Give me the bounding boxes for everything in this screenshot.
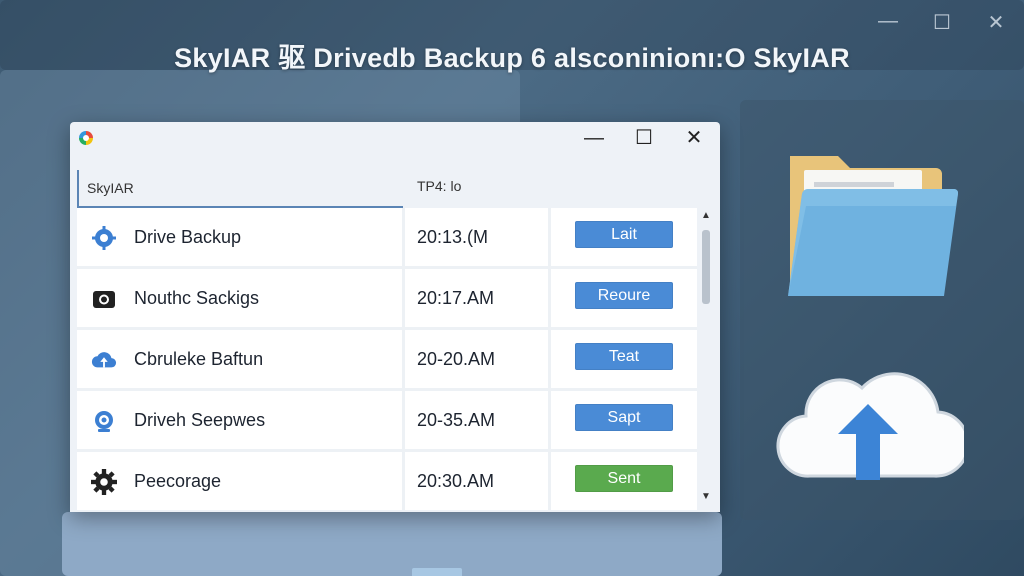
window-controls: — ☐ ✕ xyxy=(580,124,708,152)
row-time: 20:17.AM xyxy=(417,288,495,308)
gear-cloud-icon xyxy=(91,225,117,251)
row-action-button[interactable]: Reoure xyxy=(575,282,673,309)
table-header: SkyIAR TP4: lo xyxy=(77,170,707,209)
time-column-header[interactable]: TP4: lo xyxy=(417,178,461,194)
cloud-upload-illustration-icon xyxy=(776,372,964,480)
name-column-header[interactable]: SkyIAR xyxy=(77,170,403,209)
time-cell: 20-20.AM xyxy=(405,330,551,388)
name-cell: Cbruleke Baftun xyxy=(77,330,405,388)
table-row[interactable]: Driveh Seepwes 20-35.AM Sapt xyxy=(77,391,697,452)
folder-icon xyxy=(788,156,958,296)
name-cell: Drive Backup xyxy=(77,208,405,266)
time-cell: 20:17.AM xyxy=(405,269,551,327)
table-row[interactable]: Drive Backup 20:13.(M Lait xyxy=(77,208,697,269)
row-time: 20-20.AM xyxy=(417,349,496,369)
row-name: Driveh Seepwes xyxy=(134,410,266,430)
webcam-icon xyxy=(91,408,117,434)
app-logo-icon xyxy=(79,131,93,145)
row-name: Nouthc Sackigs xyxy=(134,288,260,308)
table-row[interactable]: Peecorage 20:30.AM Sent xyxy=(77,452,697,510)
scroll-up-arrow-icon[interactable]: ▲ xyxy=(699,210,713,221)
backup-window: — ☐ ✕ SkyIAR TP4: lo Drive Backup 20:13.… xyxy=(70,122,720,512)
row-name: Drive Backup xyxy=(134,227,242,247)
scroll-down-arrow-icon[interactable]: ▼ xyxy=(699,491,713,502)
background-bottom-tab xyxy=(412,568,462,576)
background-bottom-panel xyxy=(62,512,722,576)
row-time: 20-35.AM xyxy=(417,410,496,430)
vertical-scrollbar[interactable]: ▲ ▼ xyxy=(699,210,713,502)
banner-title: SkyIAR 驱 Drivedb Backup 6 alsconinionı:O… xyxy=(174,43,850,73)
backup-list: Drive Backup 20:13.(M Lait Nouthc Sackig… xyxy=(77,208,697,510)
row-name: Peecorage xyxy=(134,471,222,491)
outer-minimize-button[interactable]: — xyxy=(876,10,900,35)
time-cell: 20:13.(M xyxy=(405,208,551,266)
row-action-button[interactable]: Sent xyxy=(575,465,673,492)
table-row[interactable]: Cbruleke Baftun 20-20.AM Teat xyxy=(77,330,697,391)
gear-icon xyxy=(91,469,117,495)
close-button[interactable]: ✕ xyxy=(680,124,708,152)
outer-window-controls: — ☐ ✕ xyxy=(876,10,1008,35)
name-cell: Peecorage xyxy=(77,452,405,510)
row-name: Cbruleke Baftun xyxy=(134,349,264,369)
name-column-label: SkyIAR xyxy=(87,180,134,196)
row-action-button[interactable]: Lait xyxy=(575,221,673,248)
row-action-button[interactable]: Teat xyxy=(575,343,673,370)
row-time: 20:30.AM xyxy=(417,471,495,491)
titlebar: — ☐ ✕ xyxy=(70,122,720,154)
outer-maximize-button[interactable]: ☐ xyxy=(930,10,954,35)
outer-close-button[interactable]: ✕ xyxy=(984,10,1008,35)
row-time: 20:13.(M xyxy=(417,227,489,247)
time-cell: 20:30.AM xyxy=(405,452,551,510)
maximize-button[interactable]: ☐ xyxy=(630,124,658,152)
cloud-upload-icon xyxy=(91,347,117,373)
camera-icon xyxy=(91,286,117,312)
row-action-button[interactable]: Sapt xyxy=(575,404,673,431)
minimize-button[interactable]: — xyxy=(580,124,608,152)
time-cell: 20-35.AM xyxy=(405,391,551,449)
table-row[interactable]: Nouthc Sackigs 20:17.AM Reoure xyxy=(77,269,697,330)
name-cell: Nouthc Sackigs xyxy=(77,269,405,327)
scroll-thumb[interactable] xyxy=(702,230,710,304)
name-cell: Driveh Seepwes xyxy=(77,391,405,449)
